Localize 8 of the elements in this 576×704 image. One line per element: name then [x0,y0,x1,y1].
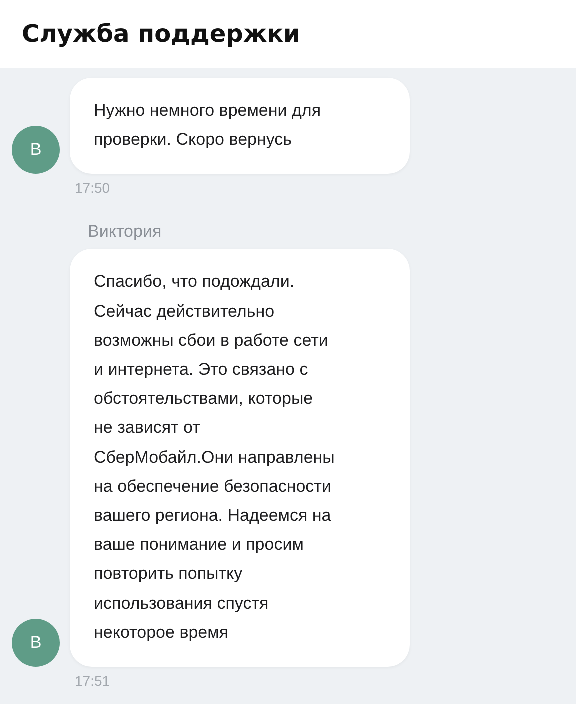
message-text: Спасибо, что подождали. Сейчас действительно возможны сбои в работе сети и интернета. Это связано с обстоятельствами, которые не зависят от СберМобайл.Они направлены на обеспечение безопасности вашего региона. Надеемся на ваше понимание и просим повторить попытку использования спустя некоторое время [94,271,336,644]
page-title: Служба поддержки [22,20,300,48]
avatar-initial: В [12,126,60,174]
sender-name: Виктория [88,222,163,242]
message-text: Нужно немного времени для проверки. Скоро вернусь [94,100,322,152]
message-time: 17:51 [75,673,112,690]
avatar-initial: В [12,619,60,668]
message-time: 17:50 [75,180,112,196]
